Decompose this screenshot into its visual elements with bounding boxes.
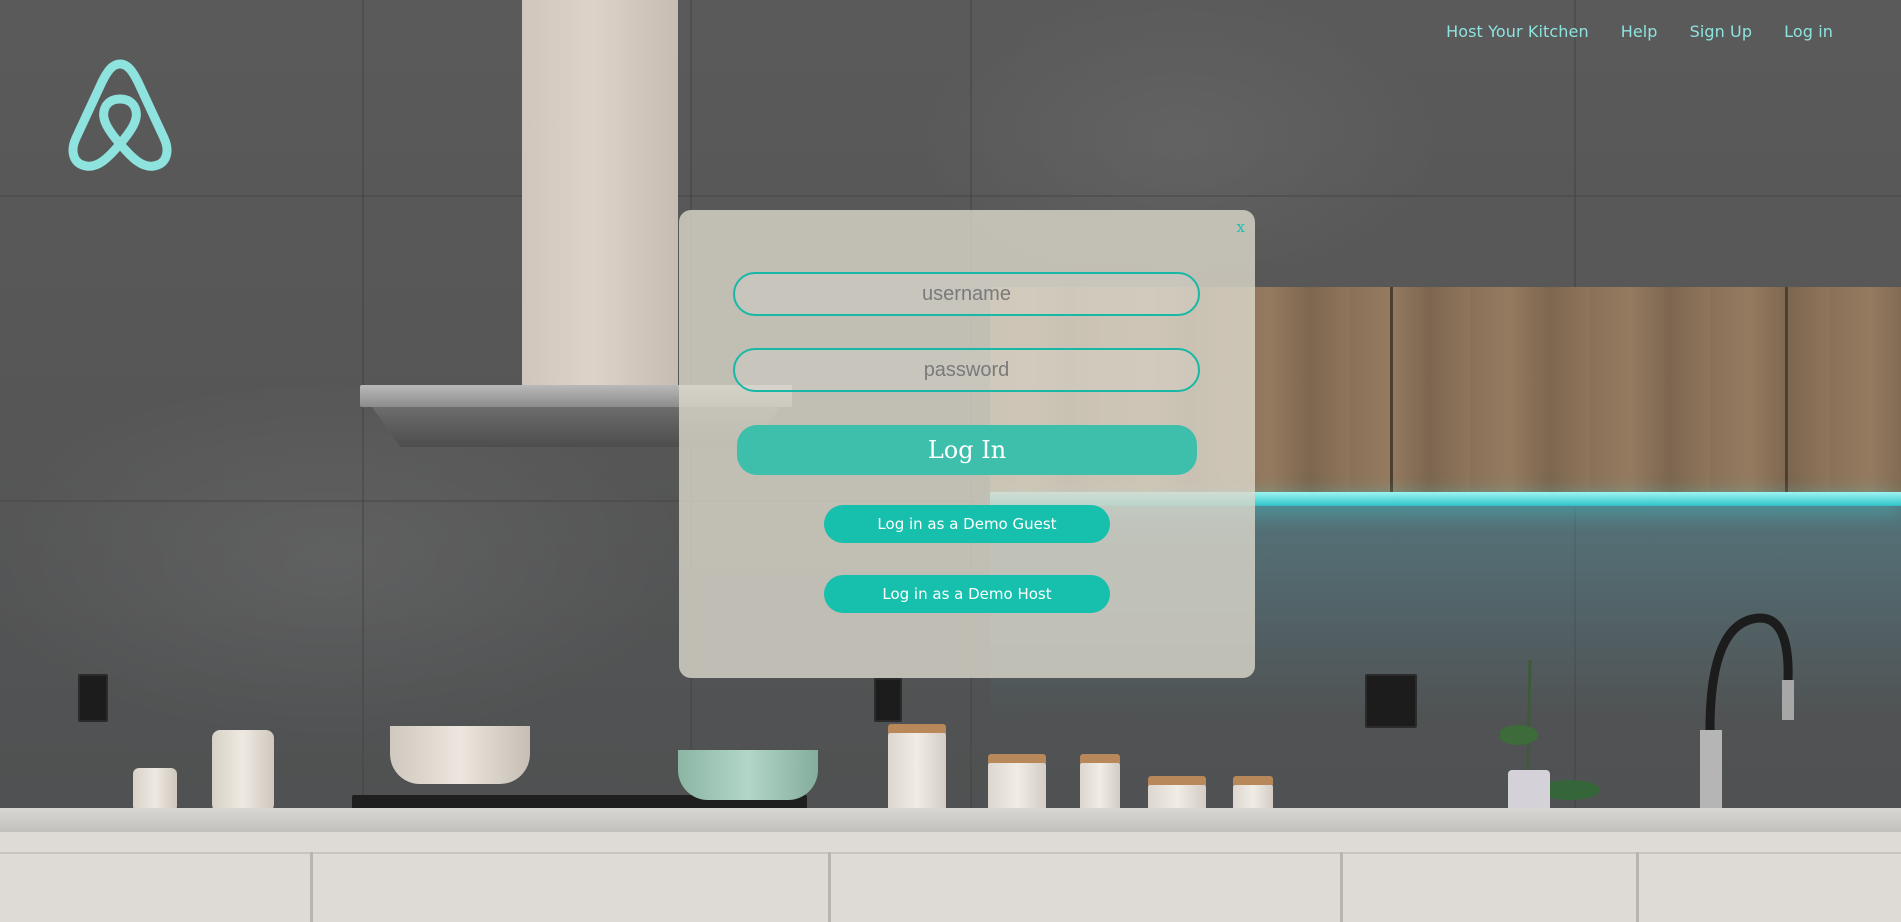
drawer-gap bbox=[828, 852, 831, 922]
password-input[interactable] bbox=[733, 348, 1200, 392]
cabinet-line bbox=[0, 852, 1901, 854]
nav-log-in[interactable]: Log in bbox=[1784, 22, 1833, 41]
faucet bbox=[1700, 613, 1794, 810]
close-button[interactable]: x bbox=[1237, 218, 1245, 236]
cabinet-gap bbox=[1390, 287, 1393, 495]
log-in-button[interactable]: Log In bbox=[737, 425, 1197, 475]
login-modal: x Log In Log in as a Demo Guest Log in a… bbox=[679, 210, 1255, 678]
drawer-gap bbox=[1636, 852, 1639, 922]
plant bbox=[1500, 659, 1600, 814]
wall-outlet bbox=[78, 674, 108, 722]
nav-host-your-kitchen[interactable]: Host Your Kitchen bbox=[1446, 22, 1589, 41]
nav-help[interactable]: Help bbox=[1621, 22, 1658, 41]
white-dutch-oven bbox=[390, 726, 530, 784]
canister bbox=[1080, 754, 1120, 812]
nav-sign-up[interactable]: Sign Up bbox=[1690, 22, 1753, 41]
demo-guest-button[interactable]: Log in as a Demo Guest bbox=[824, 505, 1110, 543]
range-hood-chimney bbox=[522, 0, 678, 388]
wall-outlet bbox=[1365, 674, 1417, 728]
countertop bbox=[0, 808, 1901, 832]
wall-outlet bbox=[874, 678, 902, 722]
base-cabinets bbox=[0, 832, 1901, 922]
green-dutch-oven bbox=[678, 750, 818, 800]
canister bbox=[888, 724, 946, 812]
airbnb-belo-icon[interactable] bbox=[66, 58, 174, 172]
drawer-gap bbox=[310, 852, 313, 922]
top-nav: Host Your Kitchen Help Sign Up Log in bbox=[1446, 22, 1833, 41]
username-input[interactable] bbox=[733, 272, 1200, 316]
canister bbox=[988, 754, 1046, 812]
tile-seam bbox=[0, 195, 1901, 197]
mug bbox=[133, 768, 177, 812]
teapot bbox=[212, 730, 274, 814]
demo-host-button[interactable]: Log in as a Demo Host bbox=[824, 575, 1110, 613]
drawer-gap bbox=[1340, 852, 1343, 922]
cabinet-gap bbox=[1785, 287, 1788, 495]
